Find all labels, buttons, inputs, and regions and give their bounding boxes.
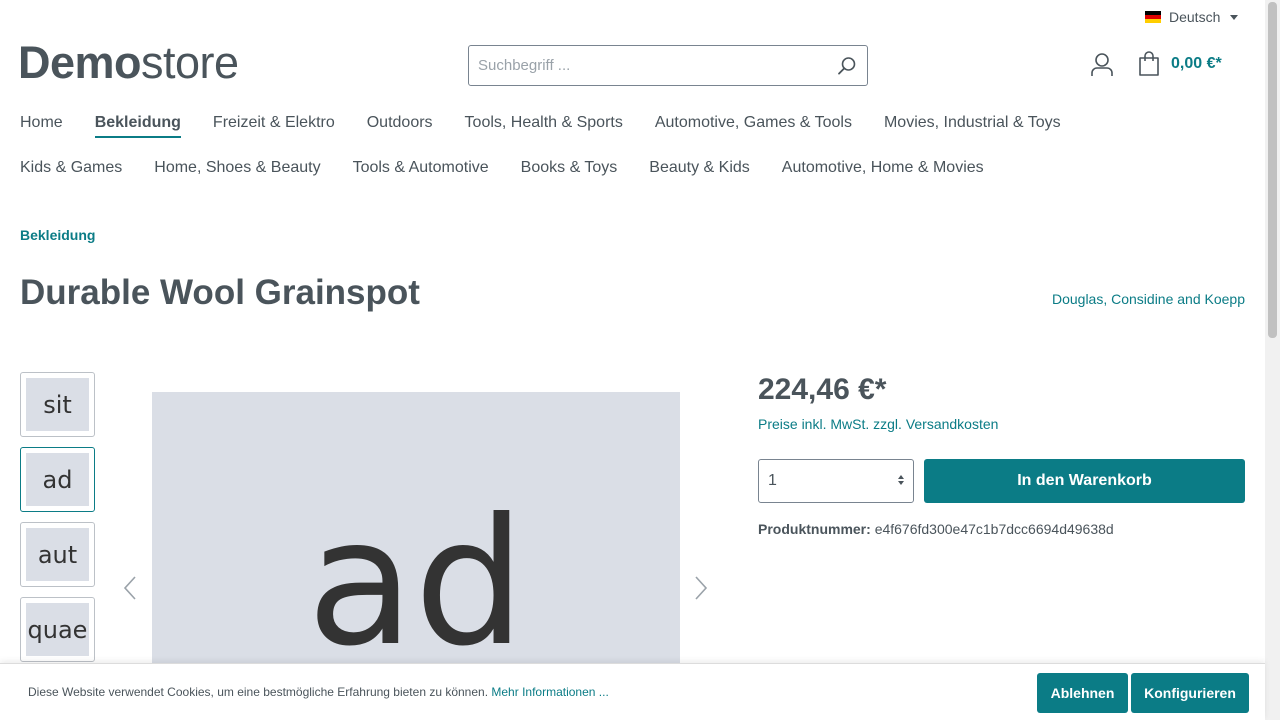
main-image-text: ad bbox=[306, 482, 526, 664]
language-switcher[interactable]: Deutsch bbox=[1145, 9, 1239, 25]
nav-item-freizeit-elektro[interactable]: Freizeit & Elektro bbox=[213, 114, 335, 138]
nav-item-automotive-games-tools[interactable]: Automotive, Games & Tools bbox=[655, 114, 852, 138]
thumbnail[interactable]: sit bbox=[20, 372, 95, 437]
nav-item-home[interactable]: Home bbox=[20, 114, 63, 138]
thumbnail-image: sit bbox=[26, 378, 89, 431]
account-icon[interactable] bbox=[1090, 52, 1114, 78]
product-number-label: Produktnummer: bbox=[758, 521, 871, 537]
cart-button[interactable]: 0,00 €* bbox=[1137, 50, 1222, 78]
decline-cookies-button[interactable]: Ablehnen bbox=[1037, 673, 1128, 713]
gallery-next-icon[interactable] bbox=[693, 575, 709, 601]
cookie-more-info-link[interactable]: Mehr Informationen ... bbox=[491, 685, 608, 699]
cart-total: 0,00 €* bbox=[1171, 55, 1222, 72]
nav-item-tools-health-sports[interactable]: Tools, Health & Sports bbox=[465, 114, 623, 138]
cookie-banner: Diese Website verwendet Cookies, um eine… bbox=[0, 663, 1265, 720]
thumbnail[interactable]: aut bbox=[20, 522, 95, 587]
product-main-image[interactable]: ad bbox=[152, 392, 680, 664]
search-box bbox=[468, 45, 868, 86]
nav-item-movies-industrial-toys[interactable]: Movies, Industrial & Toys bbox=[884, 114, 1061, 138]
page-scrollbar[interactable] bbox=[1265, 0, 1280, 720]
store-logo[interactable]: Demostore bbox=[18, 38, 239, 88]
product-price: 224,46 €* bbox=[758, 373, 887, 406]
thumbnail[interactable]: quae bbox=[20, 597, 95, 662]
thumbnail-image: ad bbox=[26, 453, 89, 506]
logo-bold-text: Demo bbox=[18, 37, 142, 88]
search-input[interactable] bbox=[469, 46, 827, 85]
language-label: Deutsch bbox=[1169, 9, 1221, 25]
german-flag-icon bbox=[1145, 11, 1161, 23]
thumbnail-active[interactable]: ad bbox=[20, 447, 95, 512]
add-to-cart-button[interactable]: In den Warenkorb bbox=[924, 459, 1245, 503]
thumbnail-image: aut bbox=[26, 528, 89, 581]
cookie-text: Diese Website verwendet Cookies, um eine… bbox=[28, 685, 489, 699]
nav-item-kids-games[interactable]: Kids & Games bbox=[20, 159, 122, 181]
logo-light-text: store bbox=[141, 37, 239, 88]
quantity-value: 1 bbox=[768, 472, 777, 489]
manufacturer-link[interactable]: Douglas, Considine and Koepp bbox=[1052, 291, 1245, 307]
product-number-value: e4f676fd300e47c1b7dcc6694d49638d bbox=[874, 521, 1114, 537]
tax-shipping-link[interactable]: Preise inkl. MwSt. zzgl. Versandkosten bbox=[758, 416, 998, 432]
product-title: Durable Wool Grainspot bbox=[20, 273, 420, 312]
nav-item-automotive-home-movies[interactable]: Automotive, Home & Movies bbox=[782, 159, 984, 181]
cookie-text-wrapper: Diese Website verwendet Cookies, um eine… bbox=[28, 685, 609, 699]
nav-item-tools-automotive[interactable]: Tools & Automotive bbox=[353, 159, 489, 181]
nav-item-beauty-kids[interactable]: Beauty & Kids bbox=[649, 159, 750, 181]
select-arrows-icon bbox=[898, 475, 904, 485]
quantity-select[interactable]: 1 bbox=[758, 459, 914, 503]
nav-item-outdoors[interactable]: Outdoors bbox=[367, 114, 433, 138]
thumbnail-image: quae bbox=[26, 603, 89, 656]
main-navigation-row-1: Home Bekleidung Freizeit & Elektro Outdo… bbox=[20, 114, 1061, 138]
shopping-bag-icon bbox=[1139, 51, 1159, 76]
search-icon[interactable] bbox=[827, 46, 867, 86]
nav-item-bekleidung[interactable]: Bekleidung bbox=[94, 114, 181, 138]
configure-cookies-button[interactable]: Konfigurieren bbox=[1131, 673, 1249, 713]
main-navigation-row-2: Kids & Games Home, Shoes & Beauty Tools … bbox=[20, 159, 984, 181]
nav-item-home-shoes-beauty[interactable]: Home, Shoes & Beauty bbox=[154, 159, 320, 181]
product-number: Produktnummer: e4f676fd300e47c1b7dcc6694… bbox=[758, 521, 1114, 537]
breadcrumb[interactable]: Bekleidung bbox=[20, 227, 95, 243]
gallery-prev-icon[interactable] bbox=[122, 575, 138, 601]
nav-item-books-toys[interactable]: Books & Toys bbox=[521, 159, 618, 181]
caret-down-icon bbox=[1230, 14, 1239, 20]
scrollbar-thumb[interactable] bbox=[1268, 2, 1277, 338]
